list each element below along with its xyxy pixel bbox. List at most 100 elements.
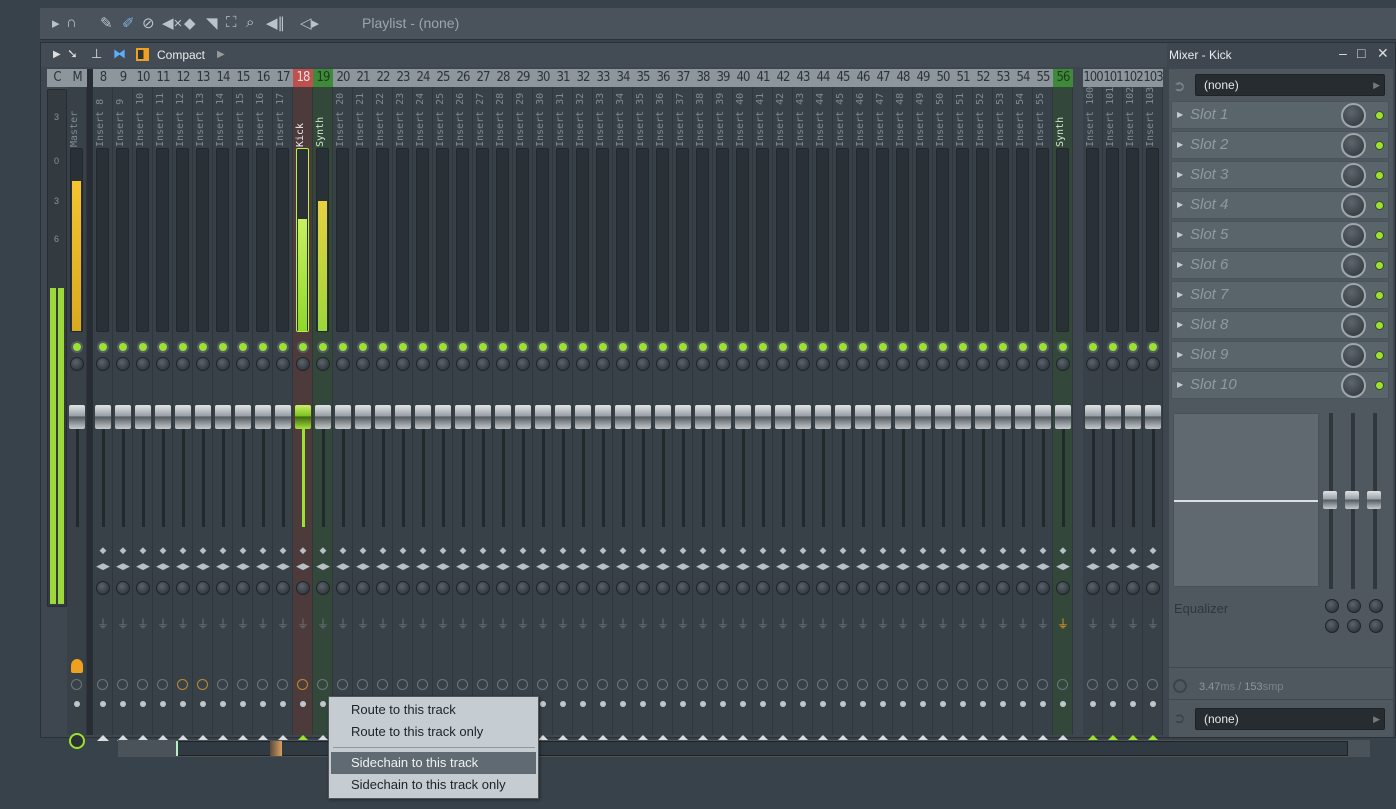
clock-icon[interactable] xyxy=(1127,679,1138,690)
clock-icon[interactable] xyxy=(717,679,728,690)
enable-led[interactable] xyxy=(679,343,687,351)
enable-led[interactable] xyxy=(159,343,167,351)
enable-led[interactable] xyxy=(959,343,967,351)
swap-channels-icon[interactable]: ◀▶ xyxy=(313,561,333,572)
stereo-separation-icon[interactable]: ◆ xyxy=(193,545,213,556)
stereo-separation-icon[interactable]: ◆ xyxy=(773,545,793,556)
mixer-strip-28[interactable]: Insert 28 ◆ ◀▶ ⏚ xyxy=(493,87,513,741)
record-dot[interactable] xyxy=(960,701,966,707)
send-knob[interactable] xyxy=(776,581,790,595)
menu-item-sidechain-only[interactable]: Sidechain to this track only xyxy=(331,774,536,796)
mix-knob[interactable] xyxy=(1341,163,1366,188)
stereo-separation-icon[interactable]: ◆ xyxy=(393,545,413,556)
send-knob[interactable] xyxy=(436,581,450,595)
arrow-right-icon[interactable]: ▸ xyxy=(52,14,60,32)
header-track-30[interactable]: 30 xyxy=(533,69,553,87)
eq-knob[interactable] xyxy=(1369,599,1383,613)
clock-icon[interactable] xyxy=(317,679,328,690)
effect-slot-8[interactable]: ▶ Slot 8 xyxy=(1171,311,1389,339)
stereo-separation-icon[interactable]: ◆ xyxy=(953,545,973,556)
volume-fader[interactable] xyxy=(595,405,611,429)
header-track-38[interactable]: 38 xyxy=(693,69,713,87)
routing-icon[interactable]: ⏚ xyxy=(633,615,653,632)
mixer-strip-101[interactable]: Insert 101 ◆ ◀▶ ⏚ xyxy=(1103,87,1123,741)
pan-knob[interactable] xyxy=(1016,357,1030,371)
stereo-separation-icon[interactable]: ◆ xyxy=(1083,545,1103,556)
mixer-strip-46[interactable]: Insert 46 ◆ ◀▶ ⏚ xyxy=(853,87,873,741)
stereo-separation-icon[interactable]: ◆ xyxy=(1123,545,1143,556)
header-master[interactable]: M xyxy=(67,69,87,87)
clock-icon[interactable] xyxy=(497,679,508,690)
pan-knob[interactable] xyxy=(756,357,770,371)
pan-knob[interactable] xyxy=(936,357,950,371)
stereo-separation-icon[interactable]: ◆ xyxy=(373,545,393,556)
swap-channels-icon[interactable]: ◀▶ xyxy=(753,561,773,572)
enable-led[interactable] xyxy=(459,343,467,351)
routing-icon[interactable]: ⏚ xyxy=(913,615,933,632)
swap-channels-icon[interactable]: ◀▶ xyxy=(433,561,453,572)
send-knob[interactable] xyxy=(516,581,530,595)
pan-knob[interactable] xyxy=(736,357,750,371)
send-knob[interactable] xyxy=(1106,581,1120,595)
mixer-strip-48[interactable]: Insert 48 ◆ ◀▶ ⏚ xyxy=(893,87,913,741)
routing-icon[interactable]: ⏚ xyxy=(213,615,233,632)
send-knob[interactable] xyxy=(156,581,170,595)
volume-fader[interactable] xyxy=(1145,405,1161,429)
swap-channels-icon[interactable]: ◀▶ xyxy=(1123,561,1143,572)
pan-knob[interactable] xyxy=(436,357,450,371)
pan-knob[interactable] xyxy=(576,357,590,371)
pan-knob[interactable] xyxy=(796,357,810,371)
record-dot[interactable] xyxy=(640,701,646,707)
header-track-25[interactable]: 25 xyxy=(433,69,453,87)
enable-led[interactable] xyxy=(879,343,887,351)
swap-channels-icon[interactable]: ◀▶ xyxy=(153,561,173,572)
eq-band-fader[interactable] xyxy=(1323,491,1337,509)
stereo-separation-icon[interactable]: ◆ xyxy=(1033,545,1053,556)
swap-channels-icon[interactable]: ◀▶ xyxy=(293,561,313,572)
send-knob[interactable] xyxy=(496,581,510,595)
enable-led[interactable] xyxy=(479,343,487,351)
header-track-26[interactable]: 26 xyxy=(453,69,473,87)
record-dot[interactable] xyxy=(780,701,786,707)
swap-channels-icon[interactable]: ◀▶ xyxy=(673,561,693,572)
enable-led[interactable] xyxy=(759,343,767,351)
pan-knob[interactable] xyxy=(1126,357,1140,371)
record-dot[interactable] xyxy=(320,701,326,707)
mixer-strip-100[interactable]: Insert 100 ◆ ◀▶ ⏚ xyxy=(1083,87,1103,741)
clock-icon[interactable] xyxy=(777,679,788,690)
clock-icon[interactable] xyxy=(657,679,668,690)
header-track-19[interactable]: 19 xyxy=(313,69,333,87)
slot-enable-led[interactable] xyxy=(1375,381,1384,390)
scroll-thumb[interactable] xyxy=(270,741,282,756)
mixer-strip-45[interactable]: Insert 45 ◆ ◀▶ ⏚ xyxy=(833,87,853,741)
volume-fader[interactable] xyxy=(835,405,851,429)
routing-icon[interactable]: ⏚ xyxy=(853,615,873,632)
routing-icon[interactable]: ⏚ xyxy=(793,615,813,632)
effect-slot-10[interactable]: ▶ Slot 10 xyxy=(1171,371,1389,399)
record-dot[interactable] xyxy=(540,701,546,707)
mix-knob[interactable] xyxy=(1341,313,1366,338)
swap-channels-icon[interactable]: ◀▶ xyxy=(633,561,653,572)
clock-icon[interactable] xyxy=(877,679,888,690)
volume-fader[interactable] xyxy=(435,405,451,429)
clock-icon[interactable] xyxy=(1087,679,1098,690)
pan-knob[interactable] xyxy=(296,357,310,371)
volume-fader[interactable] xyxy=(1015,405,1031,429)
playlist-title[interactable]: Playlist - (none) xyxy=(362,15,459,31)
pan-knob[interactable] xyxy=(676,357,690,371)
clock-icon[interactable] xyxy=(337,679,348,690)
expand-icon[interactable]: ▶ xyxy=(1177,260,1183,269)
slot-enable-led[interactable] xyxy=(1375,141,1384,150)
enable-led[interactable] xyxy=(779,343,787,351)
volume-fader[interactable] xyxy=(935,405,951,429)
select-icon[interactable]: ⛶ xyxy=(226,14,237,31)
enable-led[interactable] xyxy=(439,343,447,351)
enable-led[interactable] xyxy=(1109,343,1117,351)
input-select[interactable]: (none) ▶ xyxy=(1195,74,1385,96)
enable-led[interactable] xyxy=(419,343,427,351)
volume-fader[interactable] xyxy=(995,405,1011,429)
mixer-strip-9[interactable]: Insert 9 ◆ ◀▶ ⏚ xyxy=(113,87,133,741)
mixer-strip-40[interactable]: Insert 40 ◆ ◀▶ ⏚ xyxy=(733,87,753,741)
volume-fader[interactable] xyxy=(815,405,831,429)
record-dot[interactable] xyxy=(280,701,286,707)
